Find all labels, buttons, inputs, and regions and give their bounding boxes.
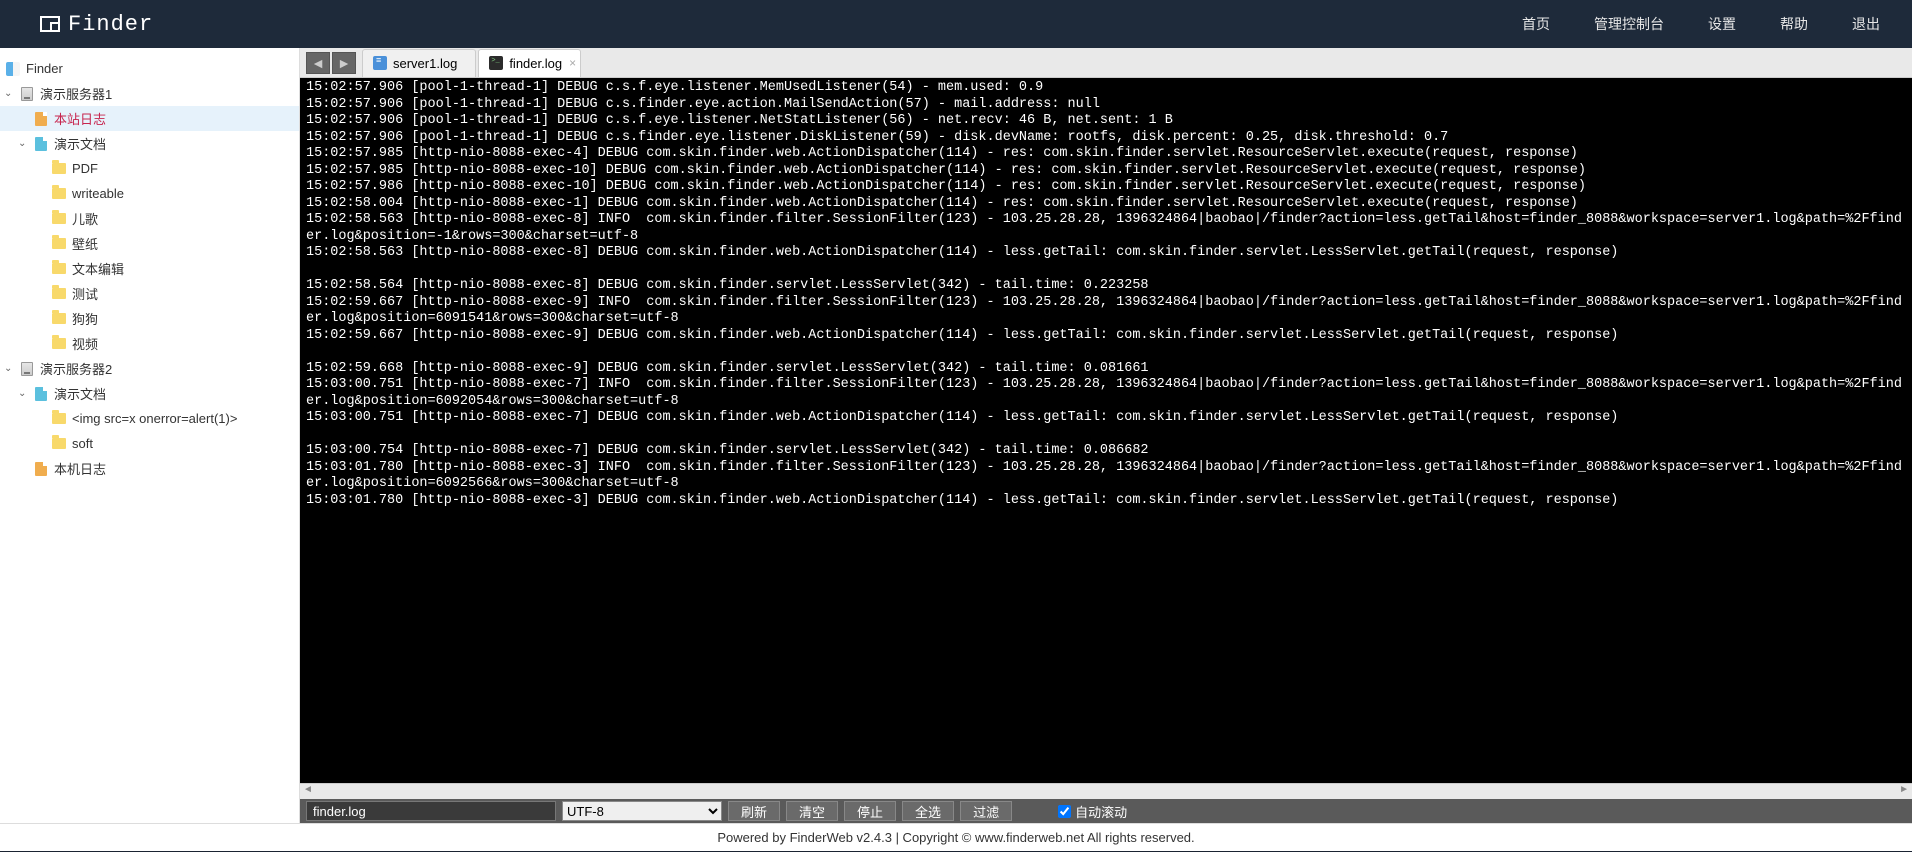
select-all-button[interactable]: 全选 xyxy=(902,801,954,821)
tree-folder-pdf[interactable]: PDF xyxy=(0,156,299,181)
nav-back-button[interactable]: ◄ xyxy=(306,52,330,74)
chevron-down-icon[interactable]: ⌄ xyxy=(18,388,32,399)
nav-settings[interactable]: 设置 xyxy=(1686,0,1758,48)
tree-server1[interactable]: ⌄ 演示服务器1 xyxy=(0,81,299,106)
chevron-down-icon[interactable]: ⌄ xyxy=(18,138,32,149)
refresh-button[interactable]: 刷新 xyxy=(728,801,780,821)
chevron-down-icon[interactable]: ⌄ xyxy=(4,363,18,374)
tree-local-log[interactable]: 本机日志 xyxy=(0,456,299,481)
tree-server1-label: 演示服务器1 xyxy=(40,84,112,103)
folder-icon xyxy=(52,163,66,174)
folder-icon xyxy=(52,338,66,349)
logo-text: Finder xyxy=(68,12,153,37)
server-icon xyxy=(21,87,33,101)
log-console[interactable]: 15:02:57.906 [pool-1-thread-1] DEBUG c.s… xyxy=(300,78,1912,783)
doc-file-icon xyxy=(35,137,47,151)
tree-demo-docs-1[interactable]: ⌄ 演示文档 xyxy=(0,131,299,156)
footer: Powered by FinderWeb v2.4.3 | Copyright … xyxy=(0,823,1912,851)
folder-icon xyxy=(52,313,66,324)
tree-folder-writeable[interactable]: writeable xyxy=(0,181,299,206)
doc-file-icon xyxy=(35,387,47,401)
auto-scroll-checkbox[interactable] xyxy=(1058,805,1071,818)
nav-logout[interactable]: 退出 xyxy=(1830,0,1902,48)
tree-root-label: Finder xyxy=(26,61,63,76)
folder-icon xyxy=(52,213,66,224)
terminal-icon xyxy=(489,56,503,70)
logo-icon xyxy=(40,16,60,32)
tree-server2[interactable]: ⌄ 演示服务器2 xyxy=(0,356,299,381)
tree-root[interactable]: Finder xyxy=(0,56,299,81)
tree-demo-docs-2-label: 演示文档 xyxy=(54,384,106,403)
tab-label: finder.log xyxy=(509,56,562,71)
tree-folder-video[interactable]: 视频 xyxy=(0,331,299,356)
folder-icon xyxy=(52,288,66,299)
tree-folder-test[interactable]: 测试 xyxy=(0,281,299,306)
folder-icon xyxy=(52,413,66,424)
tree-folder-soft[interactable]: soft xyxy=(0,431,299,456)
folder-icon xyxy=(52,438,66,449)
tree-folder-dogs[interactable]: 狗狗 xyxy=(0,306,299,331)
tree-folder-xss[interactable]: <img src=x onerror=alert(1)> xyxy=(0,406,299,431)
main-panel: ◄ ► server1.log finder.log × 15:02:57.90… xyxy=(300,48,1912,823)
clear-button[interactable]: 清空 xyxy=(786,801,838,821)
workspace: Finder ⌄ 演示服务器1 本站日志 ⌄ 演示文档 PDF writeabl… xyxy=(0,48,1912,823)
filename-input[interactable] xyxy=(306,801,556,821)
sidebar: Finder ⌄ 演示服务器1 本站日志 ⌄ 演示文档 PDF writeabl… xyxy=(0,48,300,823)
tree-folder-songs[interactable]: 儿歌 xyxy=(0,206,299,231)
tab-finder-log[interactable]: finder.log × xyxy=(478,49,581,77)
close-icon[interactable]: × xyxy=(569,56,576,70)
tree-demo-docs-2[interactable]: ⌄ 演示文档 xyxy=(0,381,299,406)
tab-bar: ◄ ► server1.log finder.log × xyxy=(300,48,1912,78)
auto-scroll-toggle[interactable]: 自动滚动 xyxy=(1058,802,1127,821)
top-nav: 首页 管理控制台 设置 帮助 退出 xyxy=(1500,0,1902,48)
log-file-icon xyxy=(35,462,47,476)
chevron-down-icon[interactable]: ⌄ xyxy=(4,88,18,99)
nav-forward-button[interactable]: ► xyxy=(332,52,356,74)
charset-select[interactable]: UTF-8 xyxy=(562,801,722,821)
nav-help[interactable]: 帮助 xyxy=(1758,0,1830,48)
folder-icon xyxy=(52,263,66,274)
logo: Finder xyxy=(40,12,153,37)
tab-server1-log[interactable]: server1.log xyxy=(362,49,476,77)
folder-icon xyxy=(52,188,66,199)
nav-home[interactable]: 首页 xyxy=(1500,0,1572,48)
tree-demo-docs-1-label: 演示文档 xyxy=(54,134,106,153)
horizontal-scrollbar[interactable] xyxy=(300,783,1912,799)
log-toolbar: UTF-8 刷新 清空 停止 全选 过滤 自动滚动 xyxy=(300,799,1912,823)
tree-site-log-label: 本站日志 xyxy=(54,109,106,128)
finder-icon xyxy=(6,62,20,76)
server-icon xyxy=(21,362,33,376)
tab-label: server1.log xyxy=(393,56,457,71)
tree-local-log-label: 本机日志 xyxy=(54,459,106,478)
tree-site-log[interactable]: 本站日志 xyxy=(0,106,299,131)
log-file-icon xyxy=(35,112,47,126)
auto-scroll-label: 自动滚动 xyxy=(1075,802,1127,821)
nav-admin-console[interactable]: 管理控制台 xyxy=(1572,0,1686,48)
header: Finder 首页 管理控制台 设置 帮助 退出 xyxy=(0,0,1912,48)
footer-text: Powered by FinderWeb v2.4.3 | Copyright … xyxy=(717,830,1194,845)
tree-folder-wallpaper[interactable]: 壁纸 xyxy=(0,231,299,256)
filter-button[interactable]: 过滤 xyxy=(960,801,1012,821)
folder-icon xyxy=(52,238,66,249)
tree-folder-text-edit[interactable]: 文本编辑 xyxy=(0,256,299,281)
text-file-icon xyxy=(373,56,387,70)
tree-server2-label: 演示服务器2 xyxy=(40,359,112,378)
stop-button[interactable]: 停止 xyxy=(844,801,896,821)
